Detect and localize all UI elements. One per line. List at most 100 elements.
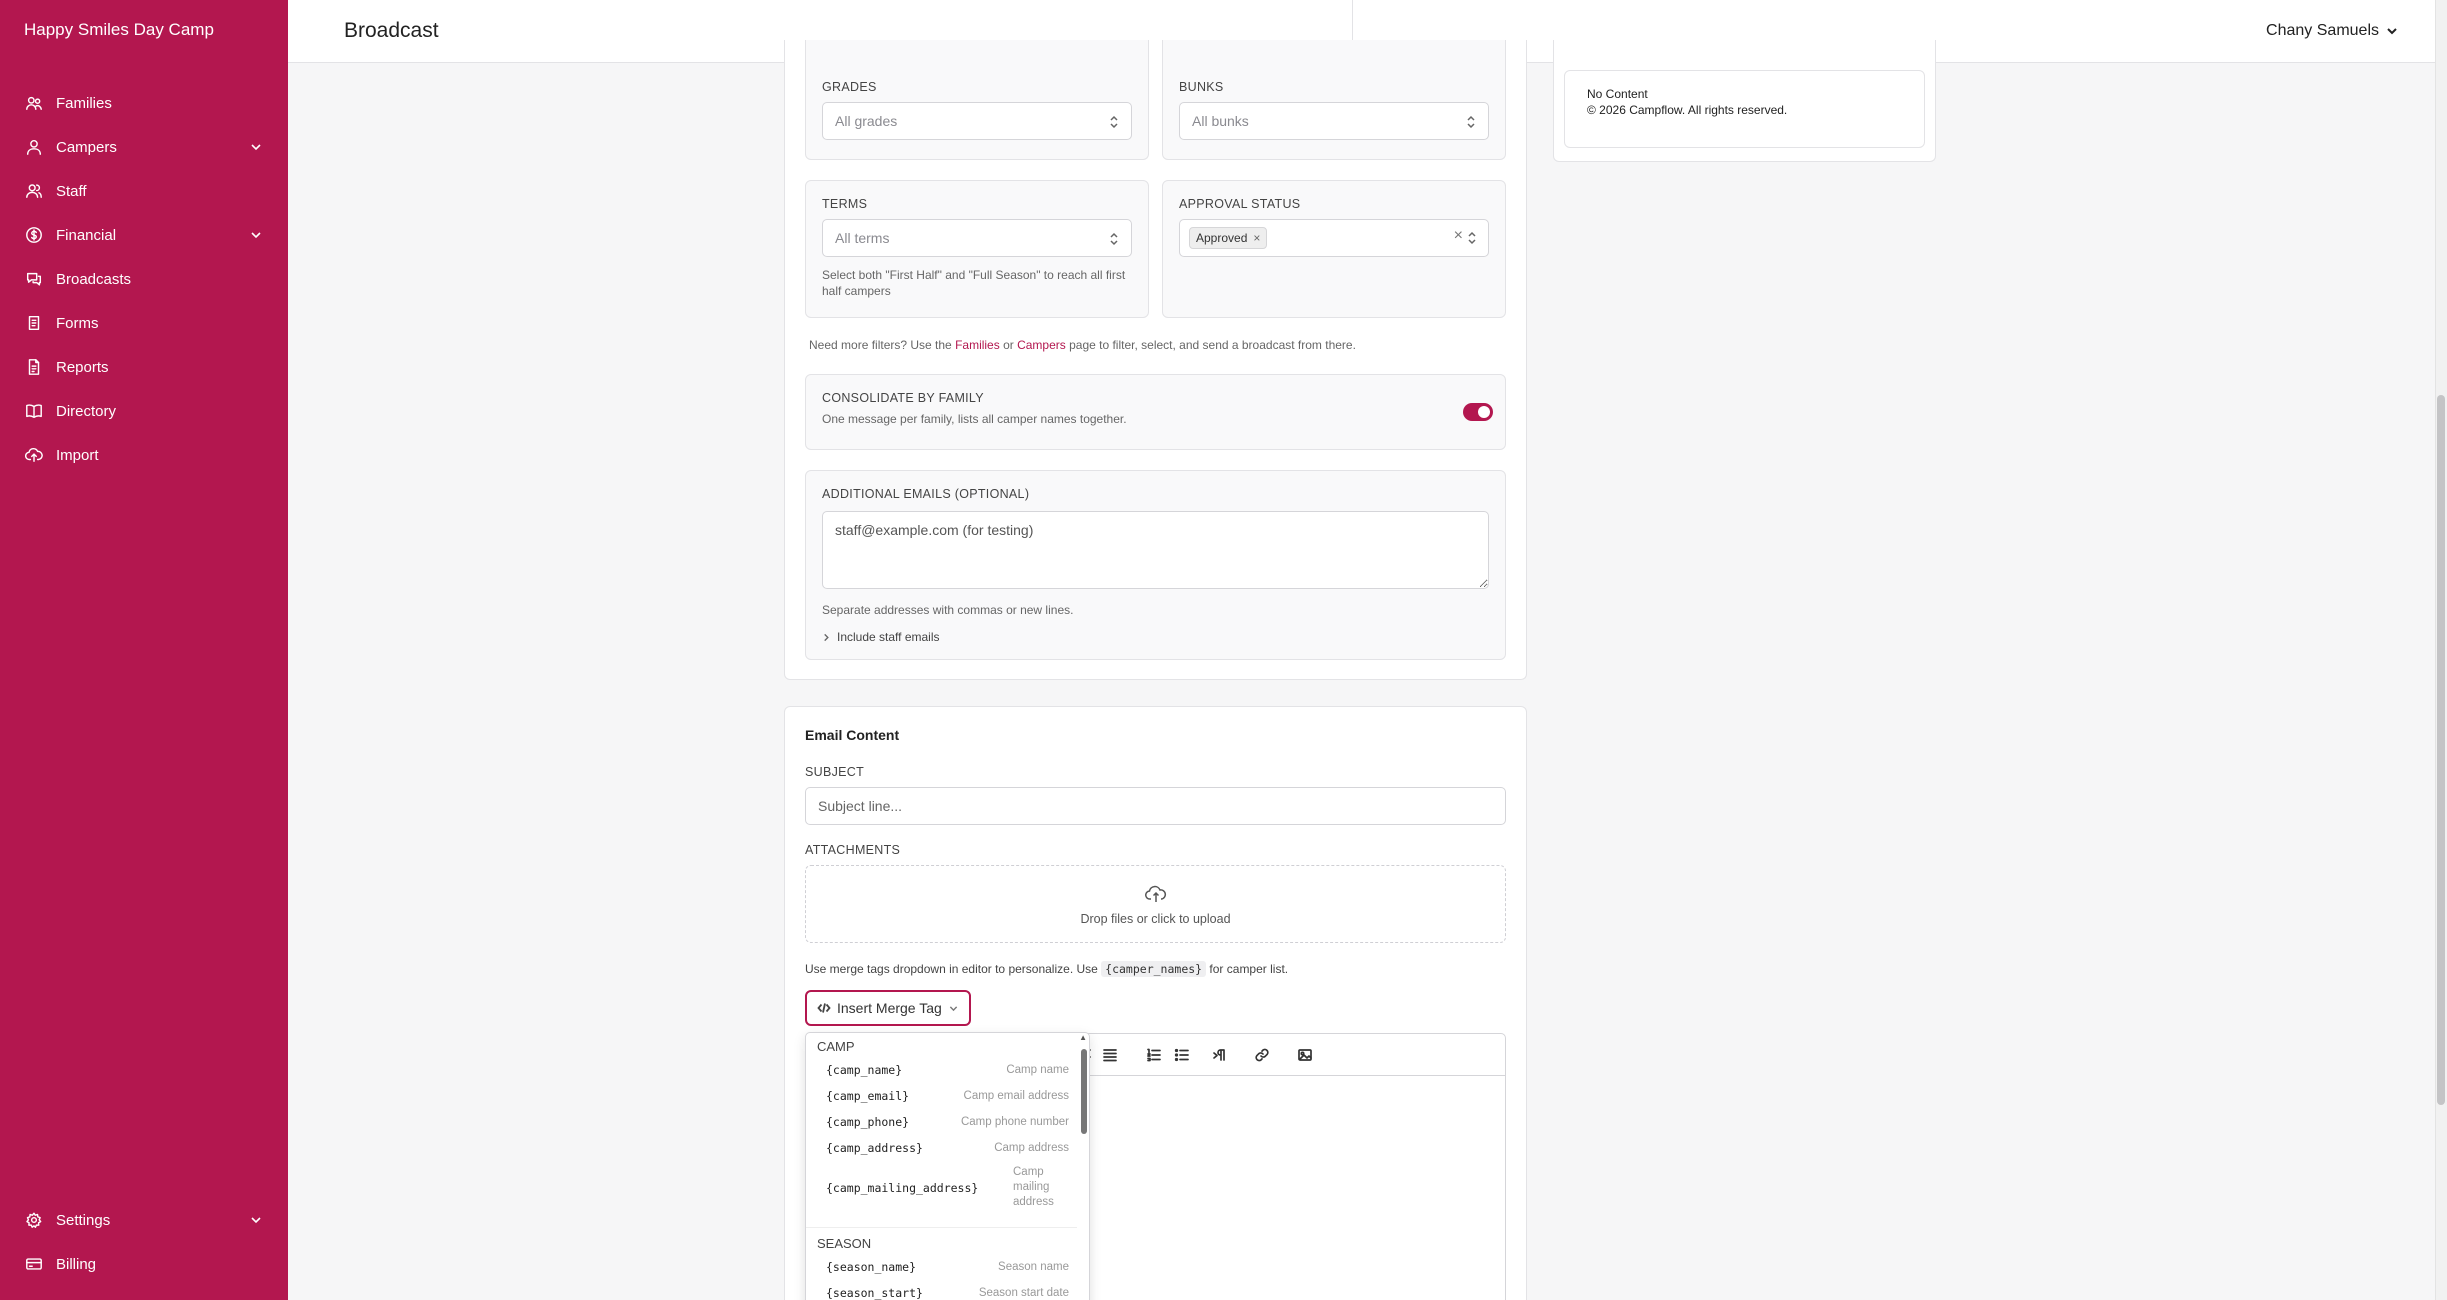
code-icon [817,1003,831,1013]
app-name[interactable]: Happy Smiles Day Camp [24,20,214,40]
sidebar-item-label: Campers [56,138,117,156]
merge-tag-code: {season_name} [826,1260,917,1274]
subject-input[interactable] [805,787,1506,825]
link-icon[interactable] [1252,1045,1272,1065]
merge-tag-code: {camp_phone} [826,1115,910,1129]
merge-tag-item[interactable]: {camp_phone} Camp phone number [807,1109,1077,1135]
text-direction-icon[interactable] [1210,1045,1230,1065]
merge-tag-item[interactable]: {season_name} Season name [807,1254,1077,1280]
sidebar-item-families[interactable]: Families [24,88,264,118]
merge-tags-hint: Use merge tags dropdown in editor to per… [805,961,1288,977]
preview-box: No Content © 2026 Campflow. All rights r… [1564,70,1925,148]
dropdown-scrollbar[interactable] [1081,1049,1087,1134]
more-filters-hint: Need more filters? Use the Families or C… [809,337,1356,353]
additional-emails-input[interactable] [822,511,1489,589]
user-name: Chany Samuels [2266,22,2379,39]
campers-icon [24,137,44,157]
additional-emails-label: ADDITIONAL EMAILS (OPTIONAL) [822,487,1030,501]
sidebar-item-label: Billing [56,1255,97,1273]
directory-icon [24,401,44,421]
sidebar-item-label: Reports [56,358,109,376]
user-menu[interactable]: Chany Samuels [2266,22,2399,40]
merge-tag-desc: Camp mailing address [1013,1166,1054,1208]
grades-label: GRADES [822,80,877,94]
merge-tag-desc: Season start date [978,1287,1069,1299]
scrollbar-thumb[interactable] [2437,395,2445,1105]
merge-tag-item[interactable]: {season_start} Season start date [807,1280,1077,1300]
merge-tag-code: {camp_address} [826,1141,923,1155]
sidebar-item-forms[interactable]: Forms [24,308,264,338]
hint-text: Use merge tags dropdown in editor to per… [805,962,1102,976]
financial-icon [24,225,44,245]
chip-remove-icon[interactable]: × [1253,231,1260,245]
sidebar-item-label: Settings [56,1211,111,1229]
cloud-upload-icon [1144,884,1167,904]
terms-select[interactable]: All terms [822,219,1132,257]
merge-button-label: Insert Merge Tag [837,1000,942,1016]
dropzone-text: Drop files or click to upload [1080,912,1231,926]
hint-text: page to filter, select, and send a broad… [1065,338,1356,352]
sidebar-item-directory[interactable]: Directory [24,396,264,426]
merge-tag-desc: Camp name [1006,1064,1069,1076]
sidebar-item-reports[interactable]: Reports [24,352,264,382]
approval-status-card: APPROVAL STATUS Approved × × [1162,180,1506,318]
divider [806,1227,1077,1228]
sidebar-item-import[interactable]: Import [24,440,264,470]
sidebar-item-billing[interactable]: Billing [24,1249,264,1279]
sidebar-item-broadcasts[interactable]: Broadcasts [24,264,264,294]
bunks-placeholder: All bunks [1192,113,1249,129]
chevron-right-icon [824,633,829,641]
clear-icon[interactable]: × [1454,227,1463,245]
terms-card: TERMS All terms Select both "First Half"… [805,180,1149,318]
sidebar-item-settings[interactable]: Settings [24,1205,264,1235]
include-staff-label: Include staff emails [837,630,940,644]
billing-icon [24,1254,44,1274]
broadcasts-icon [24,269,44,289]
terms-placeholder: All terms [835,230,890,246]
bullet-list-icon[interactable] [1172,1045,1192,1065]
campers-link[interactable]: Campers [1017,338,1066,352]
forms-icon [24,313,44,333]
chevron-down-icon [248,227,264,243]
staff-icon [24,181,44,201]
sidebar-item-staff[interactable]: Staff [24,176,264,206]
consolidate-toggle[interactable] [1463,403,1493,421]
attachments-label: ATTACHMENTS [805,843,901,857]
bunks-card: BUNKS All bunks [1162,40,1506,160]
image-icon[interactable] [1295,1045,1315,1065]
hint-text: or [999,338,1018,352]
include-staff-toggle[interactable]: Include staff emails [822,629,940,645]
merge-tag-desc: Season name [998,1261,1069,1273]
families-link[interactable]: Families [955,338,1000,352]
bunks-select[interactable]: All bunks [1179,102,1489,140]
merge-tag-desc: Camp address [994,1142,1069,1154]
merge-tag-item[interactable]: {camp_mailing_address} Camp mailing addr… [807,1161,1077,1217]
approved-chip: Approved × [1189,227,1268,249]
ordered-list-icon[interactable] [1144,1045,1164,1065]
approval-status-label: APPROVAL STATUS [1179,197,1301,211]
sidebar-item-label: Directory [56,402,117,420]
merge-tag-item[interactable]: {camp_name} Camp name [807,1057,1077,1083]
merge-tag-item[interactable]: {camp_email} Camp email address [807,1083,1077,1109]
grades-placeholder: All grades [835,113,898,129]
hint-text: Need more filters? Use the [809,338,956,352]
grades-select[interactable]: All grades [822,102,1132,140]
scroll-up-icon[interactable]: ▲ [1079,1033,1087,1042]
attachments-dropzone[interactable]: Drop files or click to upload [805,865,1506,943]
chevron-updown-icon [1107,113,1121,131]
chevron-updown-icon [1464,113,1478,131]
terms-hint: Select both "First Half" and "Full Seaso… [822,268,1126,298]
sidebar-item-financial[interactable]: Financial [24,220,264,250]
insert-merge-tag-button[interactable]: Insert Merge Tag [805,990,971,1026]
merge-tag-dropdown: ▲ CAMP {camp_name} Camp name {camp_email… [805,1032,1090,1300]
recipients-panel: GRADES All grades BUNKS All bunks TERMS … [784,40,1527,680]
sidebar-item-label: Import [56,446,99,464]
sidebar-item-campers[interactable]: Campers [24,132,264,162]
page-scrollbar[interactable] [2435,0,2447,1300]
merge-tag-item[interactable]: {camp_address} Camp address [807,1135,1077,1161]
merge-tag-code: {camp_name} [826,1063,903,1077]
sidebar-item-label: Forms [56,314,99,332]
align-justify-icon[interactable] [1100,1045,1120,1065]
additional-emails-card: ADDITIONAL EMAILS (OPTIONAL) Separate ad… [805,470,1506,660]
page-title: Broadcast [344,19,439,42]
